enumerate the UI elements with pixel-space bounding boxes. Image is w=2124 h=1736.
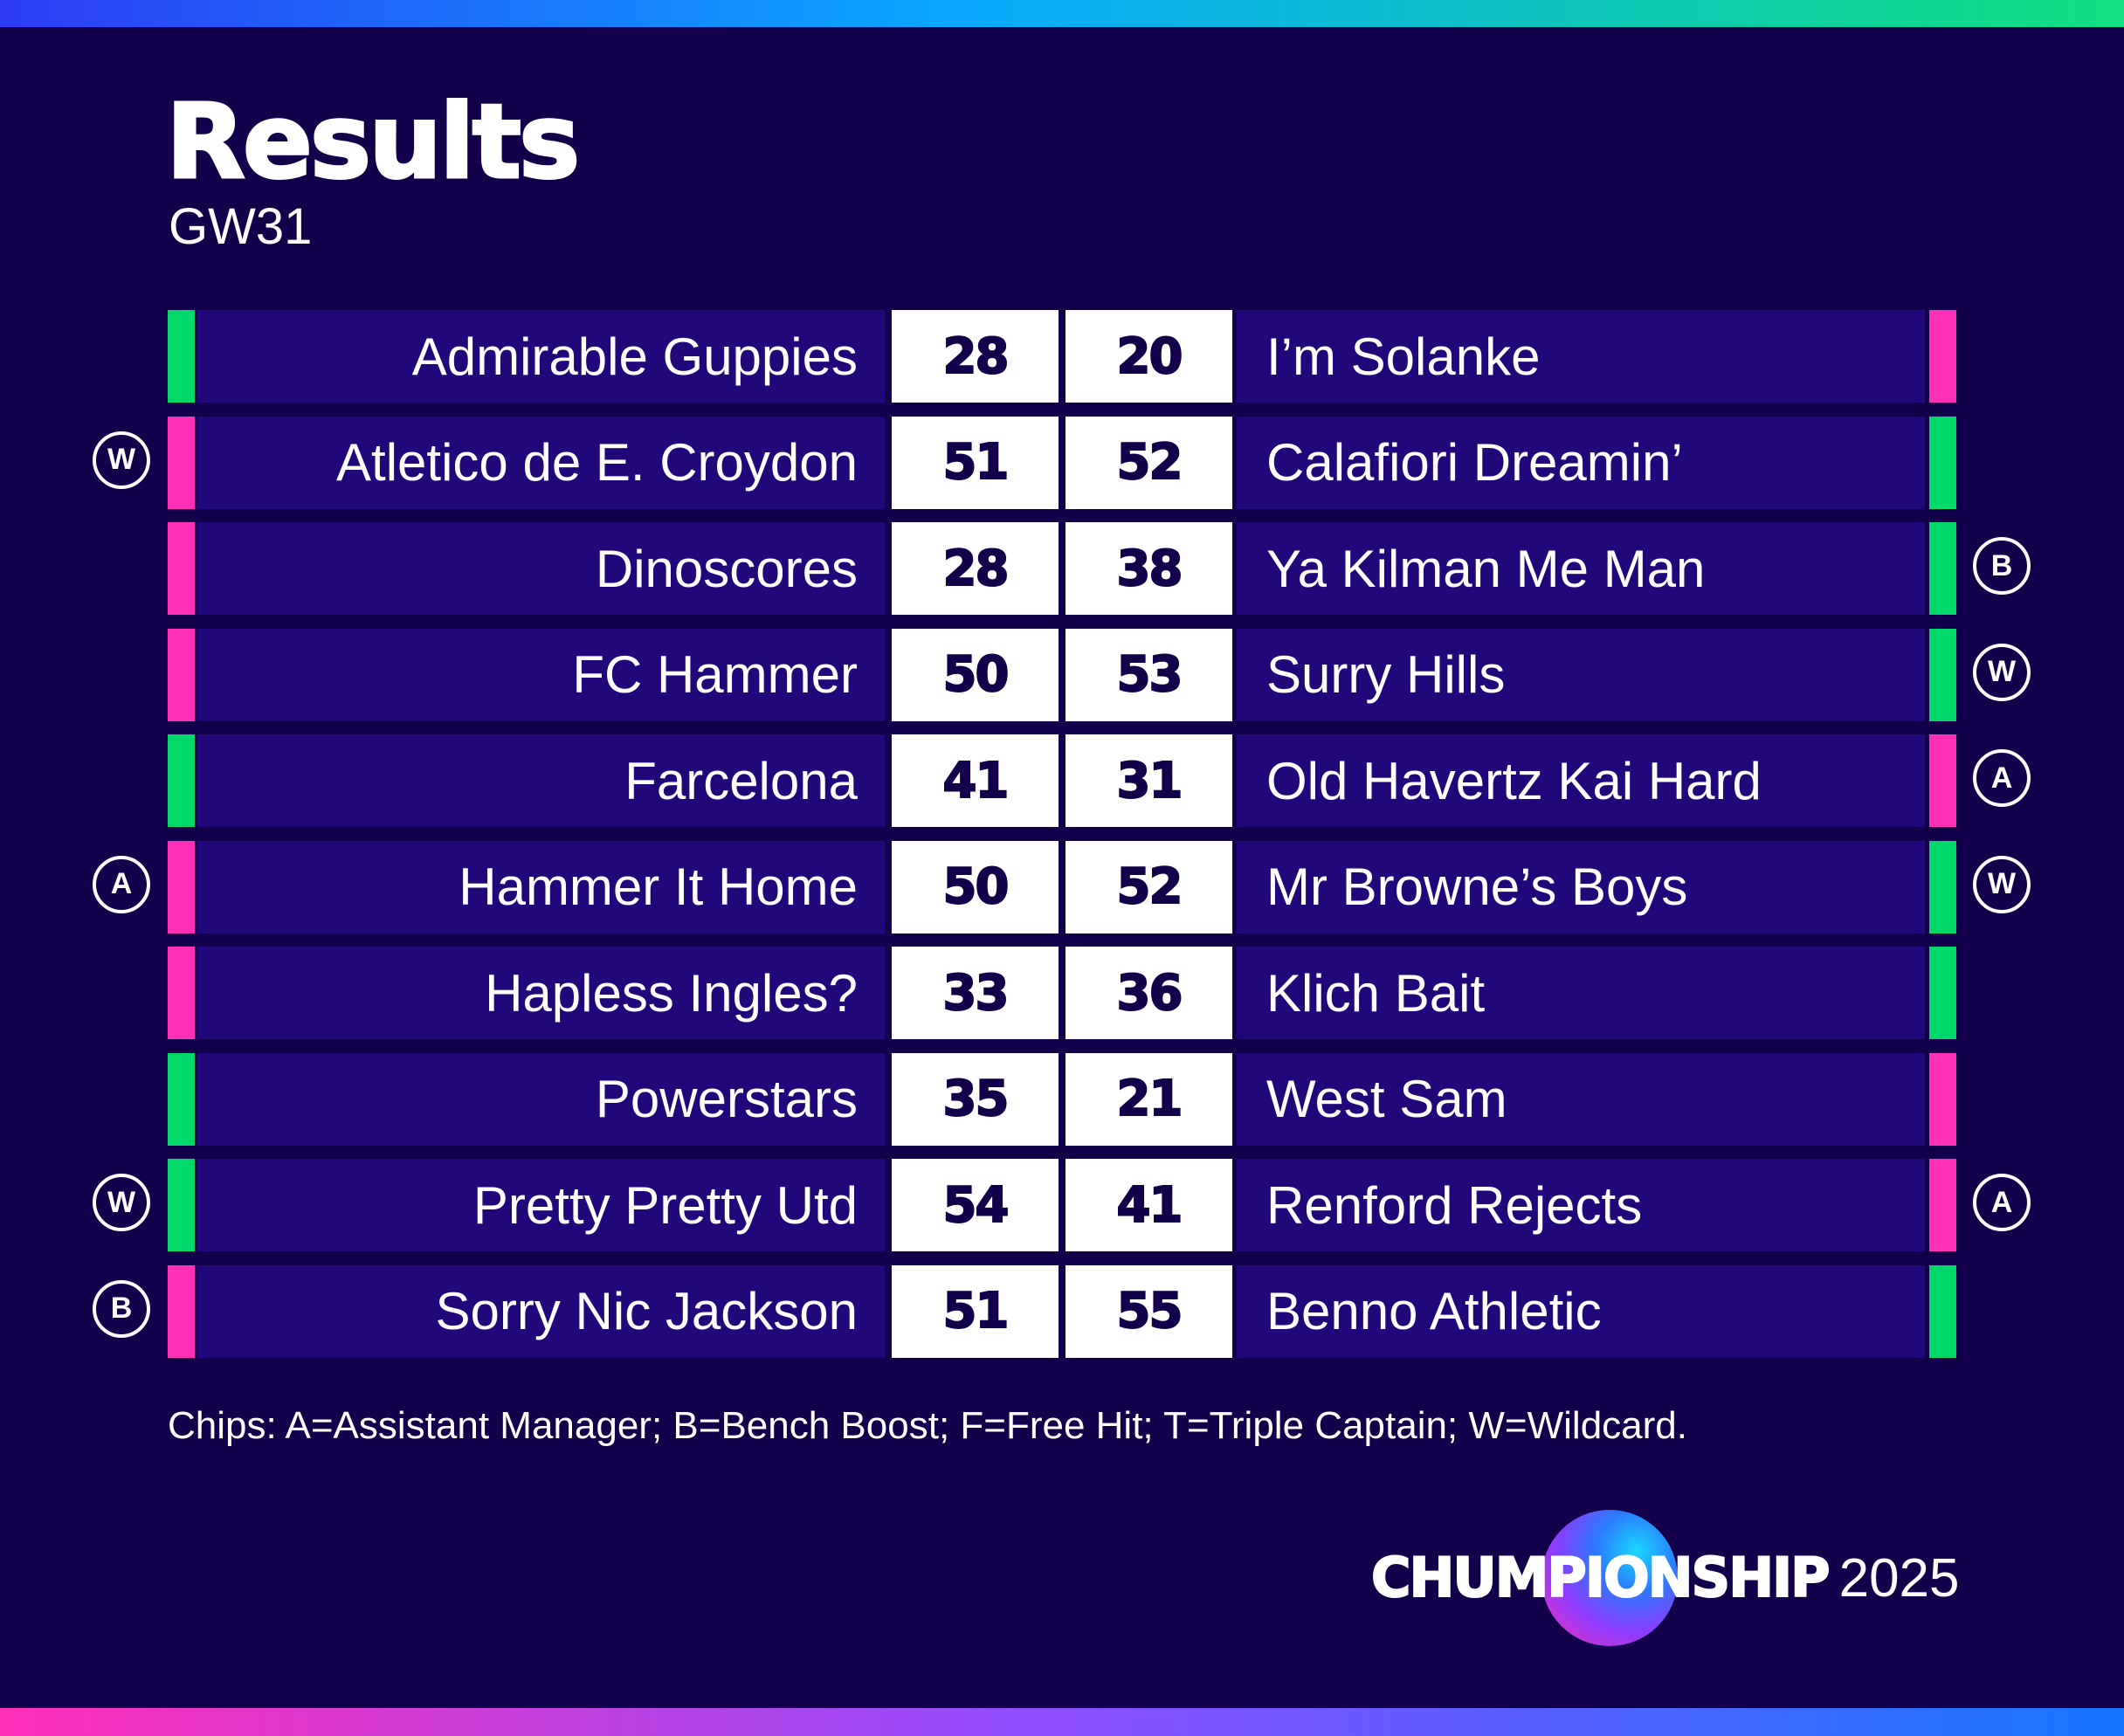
brand-name: CHUMPIONSHIP <box>1370 1545 1831 1610</box>
home-team-name: Hapless Ingles? <box>197 947 885 1039</box>
home-team-name: Hammer It Home <box>197 840 885 933</box>
home-result-bar <box>168 734 195 827</box>
home-team-name: Farcelona <box>197 734 885 827</box>
home-result-bar <box>168 416 195 509</box>
away-result-bar <box>1929 947 1956 1039</box>
home-team-name: Pretty Pretty Utd <box>197 1159 885 1251</box>
home-result-bar <box>168 1159 195 1251</box>
home-chip-badge: W <box>93 431 150 489</box>
home-score: 54 <box>892 1159 1059 1251</box>
brand-year: 2025 <box>1838 1548 1960 1609</box>
chips-legend: Chips: A=Assistant Manager; B=Bench Boos… <box>168 1404 1687 1447</box>
fixture-row: B Sorry Nic Jackson 51 55 Benno Athletic <box>0 1264 2124 1358</box>
top-gradient-bar <box>0 0 2124 27</box>
fixture-row: FC Hammer 50 53 Surry Hills W <box>0 628 2124 721</box>
away-team-name: Renford Rejects <box>1237 1159 1925 1251</box>
fixture-row: A Hammer It Home 50 52 Mr Browne’s Boys W <box>0 840 2124 933</box>
fixture-row: W Atletico de E. Croydon 51 52 Calafiori Dre… <box>0 416 2124 509</box>
away-score: 36 <box>1065 947 1232 1039</box>
page-title: Results <box>164 80 581 203</box>
home-team-name: Sorry Nic Jackson <box>197 1264 885 1358</box>
home-score: 28 <box>892 310 1059 403</box>
home-chip-badge: A <box>93 855 150 913</box>
fixture-row: Dinoscores 28 38 Ya Kilman Me Man B <box>0 522 2124 615</box>
away-team-name: Old Havertz Kai Hard <box>1237 734 1925 827</box>
bottom-gradient-bar <box>0 1708 2124 1736</box>
away-result-bar <box>1929 1264 1956 1358</box>
home-result-bar <box>168 522 195 615</box>
away-score: 41 <box>1065 1159 1232 1251</box>
away-score: 20 <box>1065 310 1232 403</box>
away-team-name: Surry Hills <box>1237 628 1925 721</box>
away-team-name: I’m Solanke <box>1237 310 1925 403</box>
home-team-name: Powerstars <box>197 1052 885 1146</box>
away-result-bar <box>1929 1159 1956 1251</box>
away-chip-badge: A <box>1973 749 2031 807</box>
home-team-name: Dinoscores <box>197 522 885 615</box>
away-score: 55 <box>1065 1264 1232 1358</box>
fixture-row: Hapless Ingles? 33 36 Klich Bait <box>0 947 2124 1039</box>
away-score: 21 <box>1065 1052 1232 1146</box>
brand-logo: CHUMPIONSHIP 2025 <box>1370 1506 1965 1655</box>
gameweek-label: GW31 <box>169 198 313 255</box>
home-result-bar <box>168 1052 195 1146</box>
home-result-bar <box>168 840 195 933</box>
fixture-row: Admirable Guppies 28 20 I’m Solanke <box>0 310 2124 403</box>
home-score: 35 <box>892 1052 1059 1146</box>
away-team-name: Benno Athletic <box>1237 1264 1925 1358</box>
away-chip-badge: W <box>1973 855 2031 913</box>
away-team-name: West Sam <box>1237 1052 1925 1146</box>
away-result-bar <box>1929 628 1956 721</box>
away-score: 38 <box>1065 522 1232 615</box>
home-score: 50 <box>892 840 1059 933</box>
fixture-row: Powerstars 35 21 West Sam <box>0 1052 2124 1146</box>
away-team-name: Calafiori Dreamin’ <box>1237 416 1925 509</box>
home-result-bar <box>168 628 195 721</box>
home-team-name: Atletico de E. Croydon <box>197 416 885 509</box>
fixture-row: W Pretty Pretty Utd 54 41 Renford Rejects A <box>0 1159 2124 1251</box>
home-score: 51 <box>892 1264 1059 1358</box>
home-result-bar <box>168 1264 195 1358</box>
away-score: 31 <box>1065 734 1232 827</box>
away-team-name: Mr Browne’s Boys <box>1237 840 1925 933</box>
away-result-bar <box>1929 522 1956 615</box>
home-score: 41 <box>892 734 1059 827</box>
home-chip-badge: W <box>93 1174 150 1231</box>
away-result-bar <box>1929 310 1956 403</box>
away-result-bar <box>1929 1052 1956 1146</box>
home-chip-badge: B <box>93 1279 150 1338</box>
home-score: 51 <box>892 416 1059 509</box>
away-score: 52 <box>1065 840 1232 933</box>
home-score: 50 <box>892 628 1059 721</box>
away-score: 52 <box>1065 416 1232 509</box>
home-result-bar <box>168 310 195 403</box>
away-chip-badge: A <box>1973 1174 2031 1231</box>
home-score: 28 <box>892 522 1059 615</box>
away-score: 53 <box>1065 628 1232 721</box>
home-team-name: Admirable Guppies <box>197 310 885 403</box>
away-team-name: Klich Bait <box>1237 947 1925 1039</box>
away-result-bar <box>1929 734 1956 827</box>
away-result-bar <box>1929 416 1956 509</box>
away-chip-badge: W <box>1973 643 2031 701</box>
away-team-name: Ya Kilman Me Man <box>1237 522 1925 615</box>
fixture-row: Farcelona 41 31 Old Havertz Kai Hard A <box>0 734 2124 827</box>
home-score: 33 <box>892 947 1059 1039</box>
home-result-bar <box>168 947 195 1039</box>
away-result-bar <box>1929 840 1956 933</box>
home-team-name: FC Hammer <box>197 628 885 721</box>
away-chip-badge: B <box>1973 537 2031 595</box>
